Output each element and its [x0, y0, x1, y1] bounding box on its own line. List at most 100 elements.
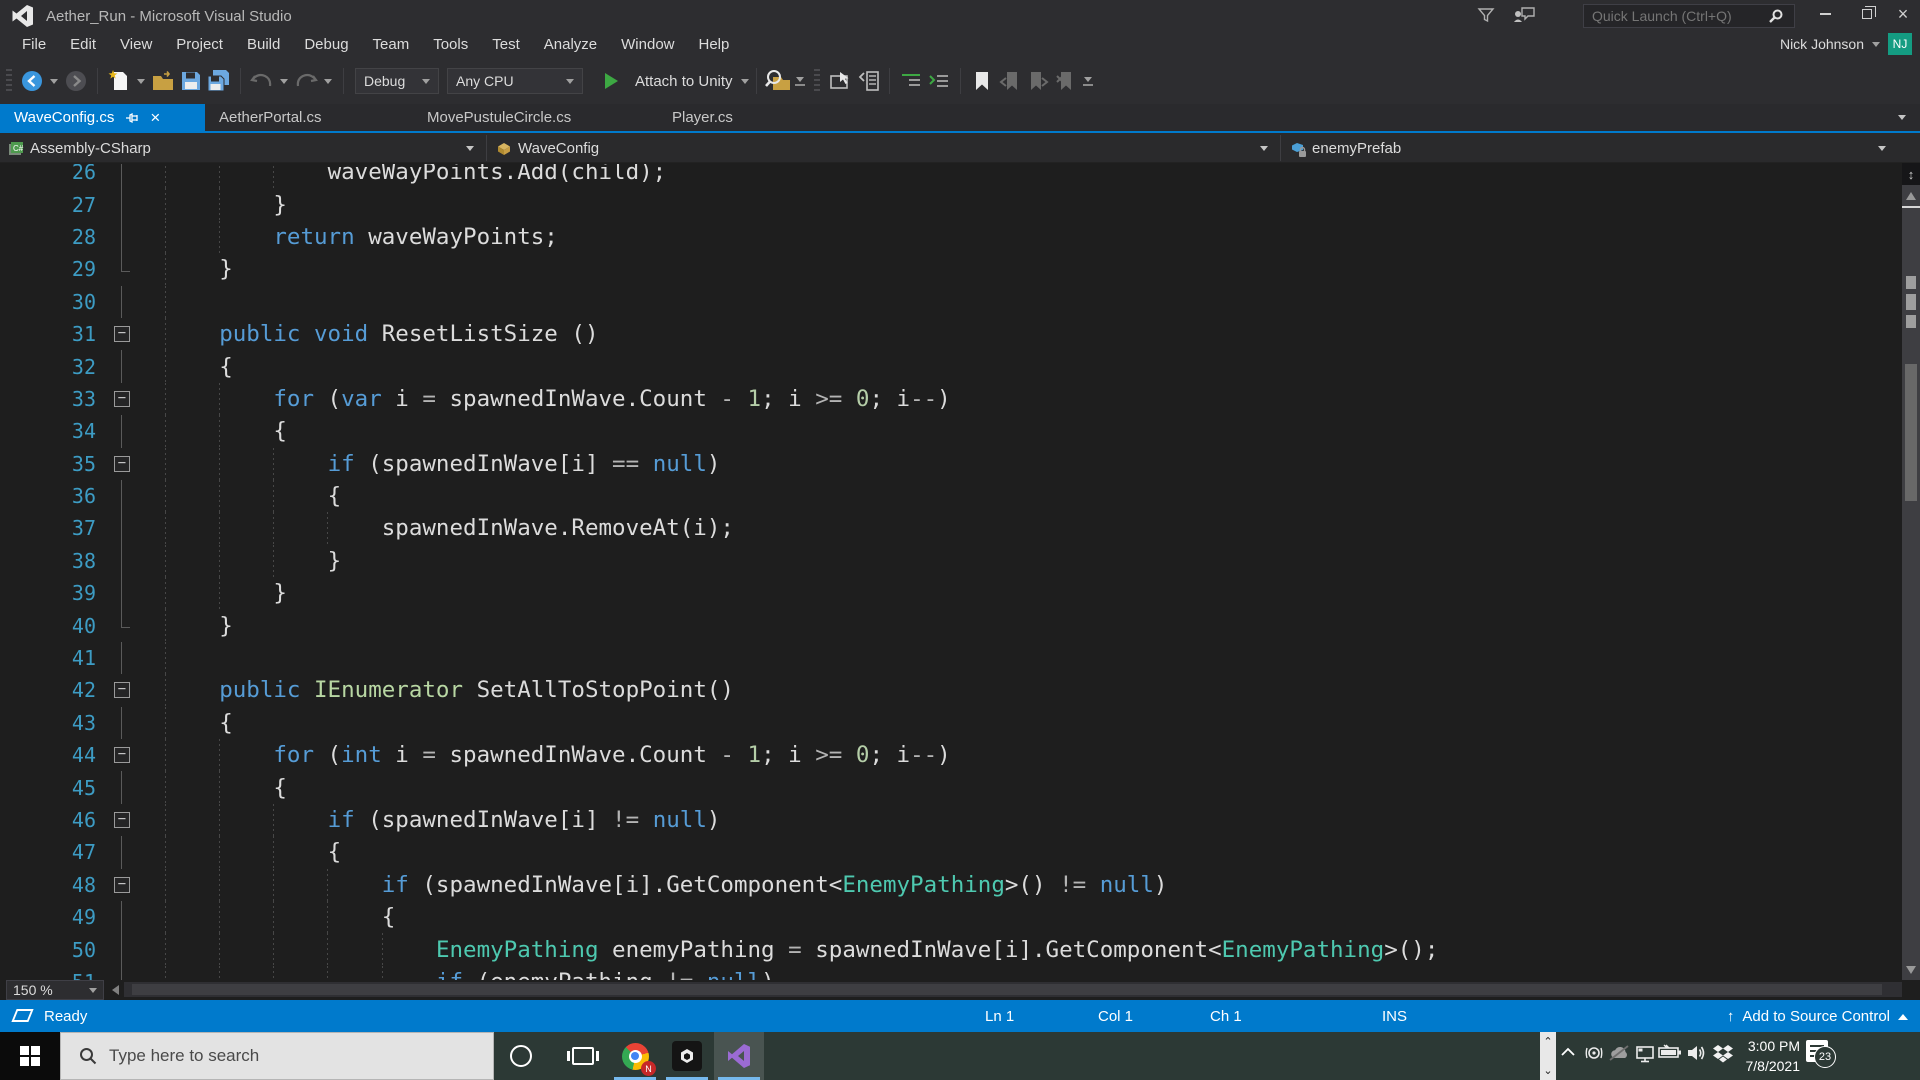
- code-line-44[interactable]: 44 − for (int i = spawnedInWave.Count - 1…: [0, 739, 1902, 772]
- new-file-button[interactable]: [105, 66, 133, 96]
- code-line-46[interactable]: 46 − if (spawnedInWave[i] != null): [0, 803, 1902, 837]
- code-line-32[interactable]: 32 {: [0, 350, 1902, 383]
- code-line-34[interactable]: 34 {: [0, 415, 1902, 448]
- code-editor[interactable]: 26 waveWayPoints.Add(child); 27 } 28 retur…: [0, 164, 1920, 980]
- menu-item-team[interactable]: Team: [361, 32, 422, 58]
- code-line-49[interactable]: 49 {: [0, 900, 1902, 934]
- menu-item-file[interactable]: File: [10, 32, 58, 58]
- code-line-48[interactable]: 48 − if (spawnedInWave[i].GetComponent<En…: [0, 868, 1902, 901]
- menu-item-project[interactable]: Project: [164, 32, 235, 58]
- code-text[interactable]: if (spawnedInWave[i] != null): [148, 803, 1902, 837]
- type-dropdown-caret[interactable]: [1260, 146, 1268, 151]
- action-center-button[interactable]: 23: [1806, 1040, 1836, 1068]
- code-line-26[interactable]: 26 waveWayPoints.Add(child);: [0, 164, 1902, 189]
- collapse-box-icon[interactable]: −: [114, 455, 130, 472]
- code-text[interactable]: spawnedInWave.RemoveAt(i);: [148, 512, 1902, 545]
- code-text[interactable]: return waveWayPoints;: [148, 220, 1902, 254]
- solution-configuration-combo[interactable]: Debug: [355, 68, 439, 94]
- pin-icon[interactable]: [126, 111, 138, 124]
- toolbar-grip[interactable]: [813, 69, 820, 93]
- restore-button[interactable]: [1848, 0, 1886, 28]
- display-network-tray-icon[interactable]: [1634, 1044, 1656, 1064]
- account-dropdown-caret-icon[interactable]: [1872, 41, 1880, 47]
- code-text[interactable]: {: [148, 479, 1902, 513]
- horizontal-scrollbar-thumb[interactable]: [132, 984, 1882, 995]
- code-text[interactable]: }: [148, 253, 1902, 286]
- chrome-taskbar-button[interactable]: N: [610, 1032, 660, 1080]
- outlining-margin[interactable]: −: [96, 739, 148, 771]
- solution-platform-combo[interactable]: Any CPU: [447, 68, 583, 94]
- scrollbar-thumb[interactable]: [1905, 364, 1917, 501]
- open-file-button[interactable]: [149, 66, 177, 96]
- project-dropdown-caret[interactable]: [466, 146, 474, 151]
- quick-launch-input[interactable]: [1583, 4, 1795, 28]
- navigate-forward-button[interactable]: [62, 66, 90, 96]
- collapse-box-icon[interactable]: −: [114, 390, 130, 407]
- code-line-51[interactable]: 51 if (enemyPathing != null): [0, 965, 1902, 980]
- tab-player-cs[interactable]: Player.cs: [658, 104, 808, 131]
- tab-waveconfig-cs[interactable]: WaveConfig.cs ×: [0, 104, 205, 131]
- outlining-margin[interactable]: −: [96, 869, 148, 901]
- task-view-button[interactable]: [558, 1032, 608, 1080]
- visual-studio-taskbar-button[interactable]: [714, 1032, 764, 1080]
- collapse-box-icon[interactable]: −: [114, 682, 130, 699]
- code-line-31[interactable]: 31 − public void ResetListSize (): [0, 317, 1902, 351]
- toolbar-grip[interactable]: [6, 69, 12, 93]
- type-dropdown[interactable]: WaveConfig: [488, 133, 1278, 163]
- code-line-37[interactable]: 37 spawnedInWave.RemoveAt(i);: [0, 512, 1902, 545]
- taskbar-clock[interactable]: 3:00 PM 7/8/2021: [1706, 1036, 1801, 1076]
- avatar[interactable]: NJ: [1888, 33, 1912, 55]
- save-button[interactable]: [177, 66, 205, 96]
- tab-movepustulecircle-cs[interactable]: MovePustuleCircle.cs: [413, 104, 658, 131]
- code-text[interactable]: if (enemyPathing != null): [148, 965, 1902, 980]
- code-line-43[interactable]: 43 {: [0, 706, 1902, 740]
- cortana-button[interactable]: [496, 1032, 546, 1080]
- menu-item-debug[interactable]: Debug: [292, 32, 360, 58]
- collapse-box-icon[interactable]: −: [114, 876, 130, 893]
- editor-split-handle[interactable]: ↕: [1902, 163, 1920, 185]
- tab-list-caret[interactable]: [1898, 115, 1906, 120]
- menu-item-tools[interactable]: Tools: [421, 32, 480, 58]
- code-line-27[interactable]: 27 }: [0, 188, 1902, 221]
- toggle-bookmark-button[interactable]: [968, 66, 996, 96]
- add-to-source-control-button[interactable]: ↑ Add to Source Control: [1727, 1008, 1908, 1025]
- code-text[interactable]: {: [148, 836, 1902, 869]
- code-text[interactable]: for (var i = spawnedInWave.Count - 1; i …: [148, 382, 1902, 416]
- code-text[interactable]: EnemyPathing enemyPathing = spawnedInWav…: [148, 933, 1902, 966]
- menu-item-build[interactable]: Build: [235, 32, 292, 58]
- menu-item-analyze[interactable]: Analyze: [532, 32, 609, 58]
- attach-caret[interactable]: [740, 78, 749, 84]
- menu-item-edit[interactable]: Edit: [58, 32, 108, 58]
- menu-item-view[interactable]: View: [108, 32, 164, 58]
- code-line-38[interactable]: 38 }: [0, 544, 1902, 578]
- code-text[interactable]: {: [148, 706, 1902, 740]
- unity-taskbar-button[interactable]: [662, 1032, 712, 1080]
- code-text[interactable]: for (int i = spawnedInWave.Count - 1; i …: [148, 739, 1902, 772]
- start-button[interactable]: [0, 1032, 60, 1080]
- vertical-scrollbar[interactable]: ↕: [1902, 163, 1920, 980]
- code-text[interactable]: [148, 285, 1902, 318]
- taskbar-search-box[interactable]: Type here to search: [60, 1032, 494, 1080]
- decrease-indent-button[interactable]: [897, 66, 925, 96]
- outlining-margin[interactable]: −: [96, 383, 148, 415]
- taskbar-scroll-strip[interactable]: ⌃ ⌄: [1540, 1032, 1556, 1080]
- code-line-42[interactable]: 42 − public IEnumerator SetAllToStopPoint…: [0, 674, 1902, 707]
- menu-item-window[interactable]: Window: [609, 32, 686, 58]
- code-line-39[interactable]: 39 }: [0, 577, 1902, 610]
- minimize-button[interactable]: [1806, 0, 1844, 28]
- navigate-back-button[interactable]: [18, 66, 46, 96]
- code-text[interactable]: {: [148, 350, 1902, 383]
- code-text[interactable]: }: [148, 577, 1902, 610]
- code-line-47[interactable]: 47 {: [0, 836, 1902, 869]
- code-text[interactable]: }: [148, 188, 1902, 221]
- attach-to-unity-button[interactable]: Attach to Unity: [635, 73, 733, 90]
- peek-definition-button[interactable]: [854, 66, 882, 96]
- find-in-files-button[interactable]: [764, 66, 792, 96]
- code-text[interactable]: {: [148, 415, 1902, 448]
- new-file-caret[interactable]: [133, 66, 149, 96]
- code-line-41[interactable]: 41: [0, 641, 1902, 675]
- filter-icon[interactable]: [1477, 6, 1499, 26]
- close-button[interactable]: ×: [1884, 0, 1920, 28]
- background-tasks-icon[interactable]: [11, 1009, 34, 1022]
- battery-tray-icon[interactable]: [1658, 1044, 1682, 1060]
